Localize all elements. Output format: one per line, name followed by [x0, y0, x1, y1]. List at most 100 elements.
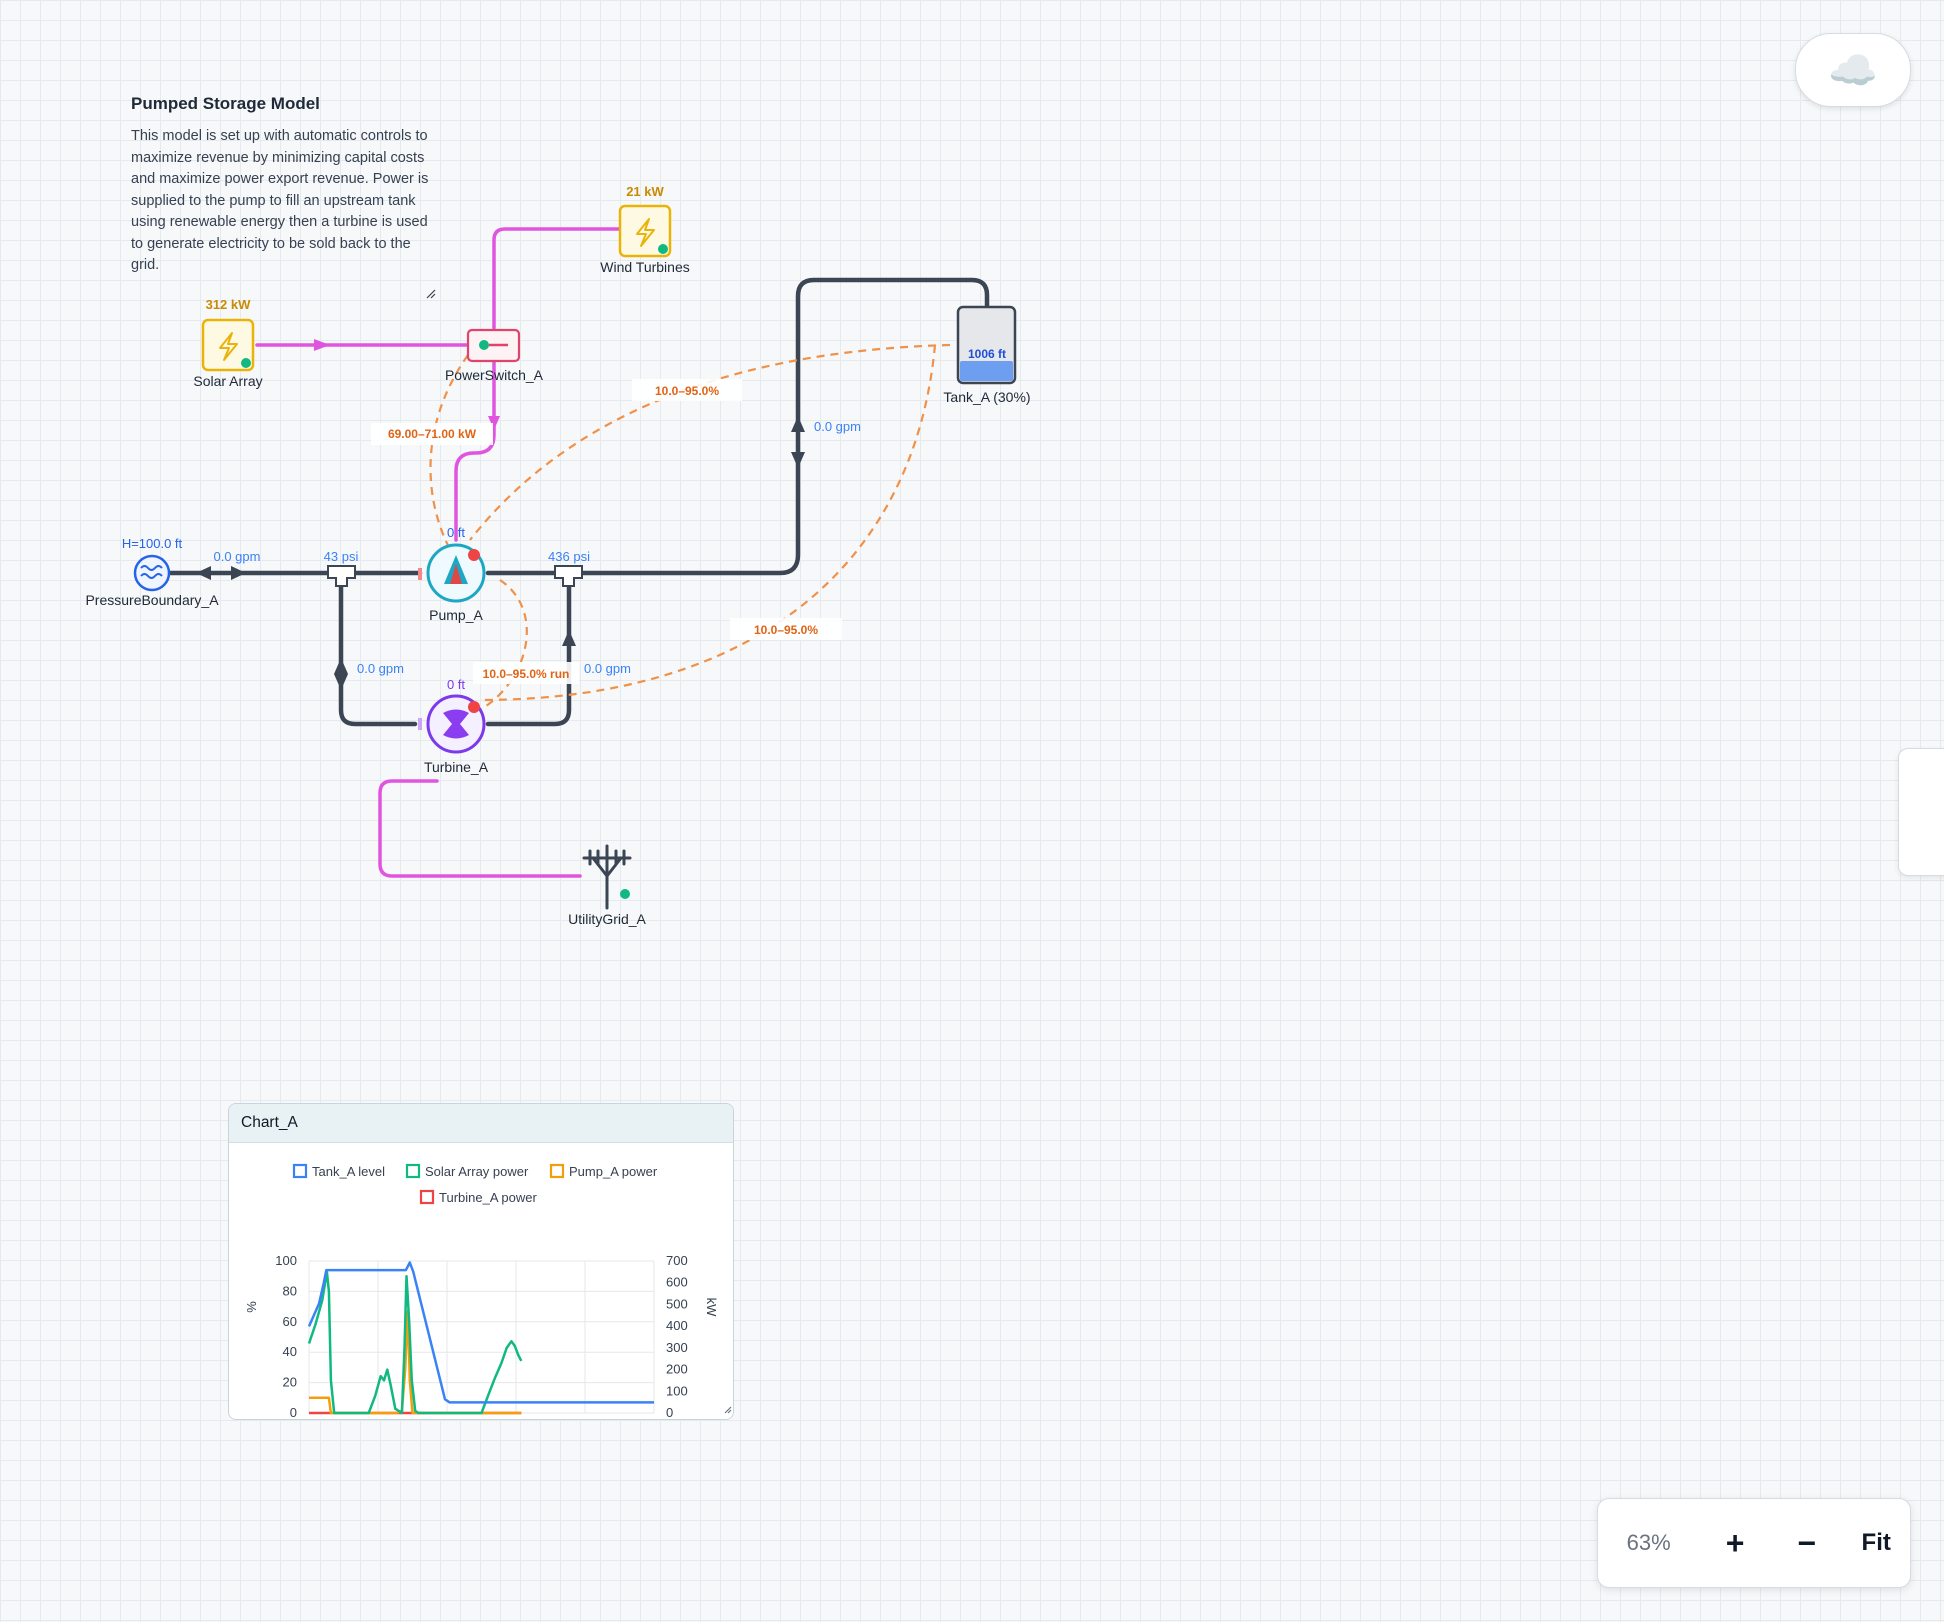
control-label-tank-turbine[interactable]: 10.0–95.0% [730, 618, 842, 640]
control-label-switch[interactable]: 69.00–71.00 kW [371, 423, 493, 445]
chart-resize-handle[interactable] [724, 1406, 732, 1414]
wind-turbines-power: 21 kW [626, 184, 664, 199]
switch-icon [479, 340, 489, 350]
left-axis-title: % [244, 1301, 259, 1313]
tank-node[interactable]: 1006 ft Tank_A (30%) [943, 305, 1031, 405]
zoom-out-button[interactable]: − [1771, 1525, 1843, 1562]
status-dot [658, 244, 668, 254]
turbine-head: 0 ft [447, 677, 465, 692]
tee-right-pressure-label: 436 psi [548, 549, 590, 564]
status-dot [468, 549, 480, 561]
turbine-label: Turbine_A [424, 759, 489, 775]
utility-grid-label: UtilityGrid_A [568, 911, 646, 927]
y-tick-label-right: 0 [666, 1405, 673, 1420]
model-description: This model is set up with automatic cont… [131, 128, 429, 273]
pump-head: 0 ft [447, 525, 465, 540]
legend-item-label[interactable]: Pump_A power [569, 1164, 658, 1179]
tee-junction-left[interactable] [327, 565, 356, 587]
chart-legend: Tank_A level Solar Array power Pump_A powe… [292, 1163, 658, 1205]
status-dot [620, 889, 630, 899]
cloud-button[interactable]: ☁️ [1795, 33, 1911, 107]
solar-array-power: 312 kW [206, 297, 252, 312]
legend-swatch [405, 1163, 421, 1179]
riser-flow-label: 0.0 gpm [814, 419, 861, 434]
flow-arrow [314, 339, 330, 351]
power-pole-icon [582, 844, 632, 910]
side-panel-tab[interactable] [1898, 748, 1944, 876]
pipe-tee-to-tank[interactable] [576, 277, 990, 576]
y-tick-label-right: 500 [666, 1296, 688, 1311]
chart-title: Chart_A [229, 1104, 733, 1143]
power-line-wind-to-switch[interactable] [492, 227, 621, 330]
chart-series [307, 1261, 654, 1415]
tee-left-pressure-label: 43 psi [324, 549, 359, 564]
series-line-tank-a-level[interactable] [307, 1261, 654, 1404]
legend-item-label[interactable]: Turbine_A power [439, 1190, 537, 1205]
pressure-boundary-label: PressureBoundary_A [85, 592, 219, 608]
zoom-in-button[interactable]: + [1699, 1525, 1771, 1562]
flow-arrow [231, 566, 246, 580]
y-tick-label-right: 700 [666, 1253, 688, 1268]
legend-swatch [292, 1163, 308, 1179]
cloud-icon: ☁️ [1828, 48, 1878, 93]
pipe-bypass[interactable] [338, 580, 418, 727]
series-line-solar-array-power[interactable] [307, 1270, 523, 1415]
control-label-turbine-run[interactable]: 10.0–95.0% run [473, 662, 579, 684]
utility-grid-node[interactable]: UtilityGrid_A [568, 844, 647, 927]
chart-axes: 020406080100010020030040050060070013:002… [275, 1253, 688, 1420]
control-label-tank-pump-text: 10.0–95.0% [655, 384, 719, 398]
wind-turbines-label: Wind Turbines [600, 259, 689, 275]
control-label-tank-turbine-text: 10.0–95.0% [754, 623, 818, 637]
y-tick-label-right: 100 [666, 1383, 688, 1398]
zoom-level: 63% [1626, 1530, 1671, 1555]
legend-swatch [549, 1163, 565, 1179]
right-axis-title: kW [704, 1298, 719, 1318]
tee-junction-right[interactable] [554, 565, 583, 587]
flow-arrow [334, 674, 348, 690]
control-label-switch-text: 69.00–71.00 kW [388, 427, 477, 441]
y-tick-label-right: 200 [666, 1362, 688, 1377]
pipe-bypass-return[interactable] [485, 580, 572, 727]
turbine-node[interactable]: 0 ft Turbine_A [418, 677, 489, 775]
y-tick-label-right: 300 [666, 1340, 688, 1355]
y-tick-label-left: 40 [283, 1344, 297, 1359]
pump-node[interactable]: 0 ft Pump_A [418, 525, 486, 623]
solar-array-node[interactable]: 312 kW Solar Array [193, 297, 262, 389]
flow-arrow [791, 452, 805, 468]
pressure-boundary-head: H=100.0 ft [122, 536, 183, 551]
control-label-turbine-run-text: 10.0–95.0% run [483, 667, 570, 681]
tank-level-text: 1006 ft [968, 347, 1006, 361]
power-switch-node[interactable]: PowerSwitch_A [445, 328, 544, 383]
pump-label: Pump_A [429, 607, 483, 623]
flow-arrow [791, 416, 805, 432]
y-tick-label-left: 80 [283, 1283, 297, 1298]
tank-fill-level [960, 361, 1013, 381]
bypass-right-flow-label: 0.0 gpm [584, 661, 631, 676]
chart-panel[interactable]: Chart_A Tank_A level Solar Array power Pum… [228, 1103, 734, 1420]
legend-swatch [419, 1189, 435, 1205]
solar-array-label: Solar Array [193, 373, 262, 389]
legend-item-label[interactable]: Tank_A level [312, 1164, 385, 1179]
status-dot [241, 358, 251, 368]
chart-plot: Tank_A level Solar Array power Pump_A powe… [244, 1163, 732, 1420]
y-tick-label-left: 100 [275, 1253, 297, 1268]
flow-arrow [562, 630, 576, 646]
zoom-controls: 63% + − Fit [1597, 1498, 1911, 1588]
fit-button[interactable]: Fit [1842, 1529, 1910, 1557]
power-line-turbine-to-grid[interactable] [378, 779, 582, 878]
flow-arrow [334, 658, 348, 674]
chart-grid [308, 1260, 655, 1414]
tank-label: Tank_A (30%) [943, 389, 1030, 405]
y-tick-label-right: 400 [666, 1318, 688, 1333]
power-switch-label: PowerSwitch_A [445, 367, 544, 383]
status-dot [468, 701, 480, 713]
flow-arrow [196, 566, 211, 580]
y-tick-label-left: 20 [283, 1375, 297, 1390]
control-line-pump-turbine[interactable] [479, 579, 528, 711]
resize-handle[interactable] [426, 289, 436, 299]
control-label-tank-pump[interactable]: 10.0–95.0% [632, 379, 742, 401]
model-title: Pumped Storage Model [131, 94, 320, 113]
legend-item-label[interactable]: Solar Array power [425, 1164, 529, 1179]
series-line-pump-a-power[interactable] [309, 1309, 522, 1415]
power-line-switch-to-pump[interactable] [454, 360, 496, 542]
